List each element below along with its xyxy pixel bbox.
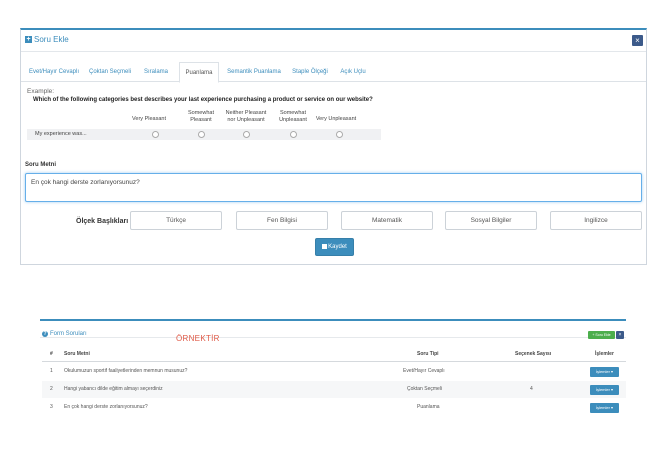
radio-very-unpleasant[interactable] xyxy=(336,131,343,138)
question-type-tabs: Evet/Hayır Cevaplı Çoktan Seçmeli Sırala… xyxy=(21,62,646,83)
olcek-input-5[interactable] xyxy=(550,211,642,230)
row-number: 1 xyxy=(50,368,53,374)
column-header-number: # xyxy=(50,351,53,357)
row-question-text: Hangi yabancı dilde eğitim almayı seçerd… xyxy=(64,386,163,392)
save-button[interactable]: Kaydet xyxy=(315,238,354,256)
save-label: Kaydet xyxy=(328,244,347,250)
list-title-text: Form Soruları xyxy=(50,331,87,337)
tab-staple-olcegi[interactable]: Staple Ölçeği xyxy=(289,62,331,82)
radio-somewhat-unpleasant[interactable] xyxy=(290,131,297,138)
list-title: ? Form Soruları xyxy=(42,331,87,337)
scale-heading: Very Unpleasant xyxy=(315,116,357,122)
tab-siralama[interactable]: Sıralama xyxy=(139,62,173,82)
radio-neither[interactable] xyxy=(243,131,250,138)
example-row: My experience was... xyxy=(27,129,381,140)
tab-coktan-secmeli[interactable]: Çoktan Seçmeli xyxy=(87,62,133,82)
example-annotation: ÖRNEKTİR xyxy=(176,334,220,343)
soru-metni-label: Soru Metni xyxy=(25,162,56,168)
olcek-input-1[interactable] xyxy=(130,211,222,230)
row-question-text: En çok hangi derste zorlanıyorsunuz? xyxy=(64,404,148,410)
row-question-type: Puanlama xyxy=(417,404,440,410)
table-row: 1 Okulumuzun sportif faaliyetlerinden me… xyxy=(42,363,626,380)
row-option-count: 4 xyxy=(530,386,533,392)
panel-title-text: Soru Ekle xyxy=(34,35,69,44)
olcek-input-4[interactable] xyxy=(445,211,537,230)
olcek-basliklari-label: Ölçek Başlıkları xyxy=(76,218,129,225)
soru-ekle-panel: + Soru Ekle × Evet/Hayır Cevaplı Çoktan … xyxy=(20,28,647,265)
column-header-actions: İşlemler xyxy=(595,351,614,357)
actions-button[interactable]: İşlemler ▾ xyxy=(590,367,619,377)
form-sorulari-panel: ? Form Soruları + Soru Ekle × ÖRNEKTİR #… xyxy=(40,319,626,426)
table-row: 3 En çok hangi derste zorlanıyorsunuz? P… xyxy=(42,399,626,416)
scale-heading: Somewhat Unpleasant xyxy=(279,110,307,123)
radio-somewhat-pleasant[interactable] xyxy=(198,131,205,138)
panel-header: + Soru Ekle × xyxy=(21,30,646,52)
question-circle-icon: ? xyxy=(42,331,48,337)
row-number: 3 xyxy=(50,404,53,410)
tab-evet-hayir[interactable]: Evet/Hayır Cevaplı xyxy=(27,62,81,82)
olcek-input-3[interactable] xyxy=(341,211,433,230)
scale-heading: Neither Pleasant nor Unpleasant xyxy=(225,110,267,123)
table-header-divider xyxy=(42,361,626,362)
column-header-count: Seçenek Sayısı xyxy=(515,351,552,357)
panel-title: + Soru Ekle xyxy=(25,35,69,44)
scale-heading: Very Pleasant xyxy=(132,116,166,122)
row-number: 2 xyxy=(50,386,53,392)
tab-puanlama[interactable]: Puanlama xyxy=(179,62,219,83)
radio-very-pleasant[interactable] xyxy=(152,131,159,138)
list-header: ? Form Soruları + Soru Ekle × xyxy=(40,325,626,339)
row-question-type: Çoktan Seçmeli xyxy=(407,386,443,392)
soru-metni-input[interactable]: En çok hangi derste zorlanıyorsunuz? xyxy=(25,173,642,202)
olcek-input-2[interactable] xyxy=(236,211,328,230)
tab-acik-uclu[interactable]: Açık Uçlu xyxy=(337,62,369,82)
row-question-text: Okulumuzun sportif faaliyetlerinden memn… xyxy=(64,368,188,374)
actions-button[interactable]: İşlemler ▾ xyxy=(590,403,619,413)
plus-icon: + xyxy=(25,36,32,43)
actions-button[interactable]: İşlemler ▾ xyxy=(590,385,619,395)
example-row-label: My experience was... xyxy=(35,131,87,137)
tab-semantik-puanlama[interactable]: Semantik Puanlama xyxy=(224,62,284,82)
add-question-button[interactable]: + Soru Ekle xyxy=(588,331,615,339)
example-label: Example: xyxy=(27,88,55,95)
table-row: 2 Hangi yabancı dilde eğitim almayı seçe… xyxy=(42,381,626,398)
row-question-type: Evet/Hayır Cevaplı xyxy=(403,368,445,374)
example-question: Which of the following categories best d… xyxy=(33,97,373,103)
scale-heading: Somewhat Pleasant xyxy=(188,110,214,123)
close-list-button[interactable]: × xyxy=(616,331,624,339)
close-button[interactable]: × xyxy=(632,35,643,46)
column-header-type: Soru Tipi xyxy=(417,351,439,357)
save-icon xyxy=(322,243,328,249)
column-header-text: Soru Metni xyxy=(64,351,90,357)
